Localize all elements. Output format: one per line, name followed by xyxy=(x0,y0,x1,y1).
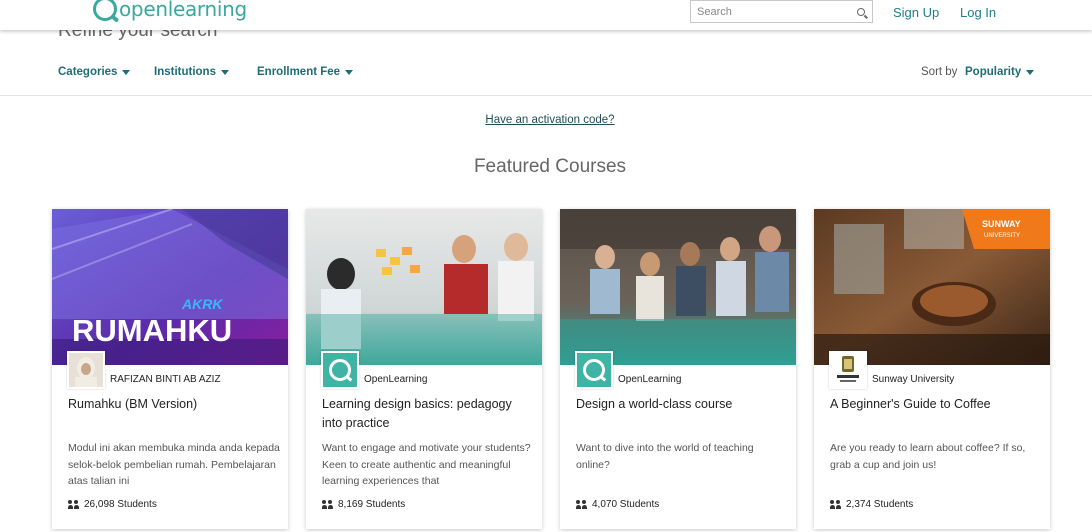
institution-logo xyxy=(829,351,867,389)
sort-dropdown[interactable]: Popularity xyxy=(965,66,1035,78)
student-count: 2,374 Students xyxy=(830,499,913,510)
categories-label: Categories xyxy=(58,66,118,78)
course-card[interactable]: AKRK RUMAHKU RAFIZAN BINTI AB AZIZ Rumah… xyxy=(52,209,288,529)
openlearning-logo-icon xyxy=(329,359,351,381)
course-image: SUNWAY UNIVERSITY xyxy=(814,209,1050,365)
university-banner-text: UNIVERSITY xyxy=(984,233,1020,239)
student-count: 8,169 Students xyxy=(322,499,405,510)
course-image: AKRK RUMAHKU xyxy=(52,209,288,365)
signup-link[interactable]: Sign Up xyxy=(893,5,939,20)
users-icon xyxy=(576,500,588,509)
sort-by-label: Sort by xyxy=(921,66,958,78)
enrollment-fee-label: Enrollment Fee xyxy=(257,66,341,78)
student-count: 4,070 Students xyxy=(576,499,659,510)
course-image xyxy=(560,209,796,365)
student-count: 26,098 Students xyxy=(68,499,157,510)
categories-dropdown[interactable]: Categories xyxy=(58,66,131,78)
course-description: Are you ready to learn about coffee? If … xyxy=(830,442,1026,471)
search-input[interactable] xyxy=(691,1,841,22)
student-count-label: 2,374 Students xyxy=(846,499,914,510)
course-card[interactable]: SUNWAY UNIVERSITY Sunway University A Be… xyxy=(814,209,1050,529)
course-card[interactable]: OpenLearning Learning design basics: ped… xyxy=(306,209,542,529)
featured-courses-heading: Featured Courses xyxy=(473,156,627,177)
course-institution[interactable]: OpenLearning xyxy=(618,374,681,385)
sunway-banner-text: SUNWAY xyxy=(982,219,1021,229)
search-icon[interactable] xyxy=(857,8,865,16)
openlearning-logo[interactable]: openlearning xyxy=(93,0,247,21)
caret-down-icon xyxy=(1026,69,1035,75)
login-link[interactable]: Log In xyxy=(960,5,996,20)
logo-text: openlearning xyxy=(119,0,247,21)
student-count-label: 26,098 Students xyxy=(84,499,157,510)
instructor-avatar xyxy=(67,351,105,389)
student-count-label: 8,169 Students xyxy=(338,499,406,510)
openlearning-logo-icon xyxy=(583,359,605,381)
enrollment-fee-dropdown[interactable]: Enrollment Fee xyxy=(257,66,354,78)
course-card[interactable]: OpenLearning Design a world-class course… xyxy=(560,209,796,529)
users-icon xyxy=(830,500,842,509)
activation-code-link[interactable]: Have an activation code? xyxy=(0,114,1092,126)
course-title[interactable]: Design a world-class course xyxy=(576,395,786,414)
course-institution[interactable]: OpenLearning xyxy=(364,374,427,385)
caret-down-icon xyxy=(220,69,229,75)
course-title[interactable]: Learning design basics: pedagogy into pr… xyxy=(322,395,532,433)
course-description: Modul ini akan membuka minda anda kepada… xyxy=(68,442,280,487)
course-image xyxy=(306,209,542,365)
caret-down-icon xyxy=(122,69,131,75)
akrk-logo-text: AKRK xyxy=(181,296,223,312)
course-title[interactable]: Rumahku (BM Version) xyxy=(68,395,278,414)
student-count-label: 4,070 Students xyxy=(592,499,660,510)
course-title[interactable]: A Beginner's Guide to Coffee xyxy=(830,395,1040,414)
openlearning-logo-icon xyxy=(93,0,117,21)
filter-bar: Categories Institutions Enrollment Fee S… xyxy=(0,56,1092,96)
caret-down-icon xyxy=(345,69,354,75)
course-institution[interactable]: Sunway University xyxy=(872,374,954,385)
users-icon xyxy=(68,500,80,509)
institutions-label: Institutions xyxy=(154,66,216,78)
course-institution[interactable]: RAFIZAN BINTI AB AZIZ xyxy=(110,374,221,385)
rumahku-image-text: RUMAHKU xyxy=(72,313,232,348)
institution-logo xyxy=(321,351,359,389)
search-box xyxy=(690,0,873,23)
course-description: Want to engage and motivate your student… xyxy=(322,442,531,487)
course-description: Want to dive into the world of teaching … xyxy=(576,442,754,471)
institutions-dropdown[interactable]: Institutions xyxy=(154,66,229,78)
users-icon xyxy=(322,500,334,509)
sort-value: Popularity xyxy=(965,66,1022,78)
top-header: openlearning Sign Up Log In xyxy=(0,0,1092,30)
institution-logo xyxy=(575,351,613,389)
